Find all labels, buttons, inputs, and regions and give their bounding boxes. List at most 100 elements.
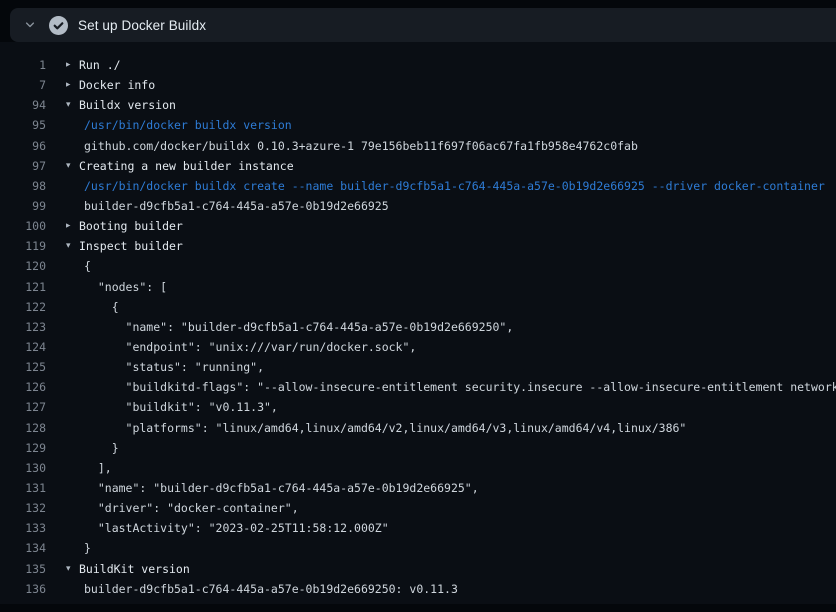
log-output-text: "nodes": [ xyxy=(66,277,167,297)
triangle-right-icon[interactable]: ▶ xyxy=(66,216,79,236)
line-number[interactable]: 123 xyxy=(0,317,46,337)
log-output-text: "buildkitd-flags": "--allow-insecure-ent… xyxy=(66,377,836,397)
line-number[interactable]: 127 xyxy=(0,397,46,417)
log-line-content: /usr/bin/docker buildx create --name bui… xyxy=(66,176,825,196)
log-row: 100 ▶Booting builder xyxy=(0,216,836,236)
log-row: 126 "buildkitd-flags": "--allow-insecure… xyxy=(0,377,836,397)
log-row: 131 "name": "builder-d9cfb5a1-c764-445a-… xyxy=(0,478,836,498)
log-line-content: } xyxy=(66,538,91,558)
log-row: 96 github.com/docker/buildx 0.10.3+azure-… xyxy=(0,136,836,156)
log-group-title: Buildx version xyxy=(79,95,176,115)
log-output-text: "endpoint": "unix:///var/run/docker.sock… xyxy=(66,337,416,357)
log-output-text: ], xyxy=(66,458,112,478)
log-row: 134} xyxy=(0,538,836,558)
log-row: 7 ▶Docker info xyxy=(0,75,836,95)
line-number[interactable]: 135 xyxy=(0,559,46,579)
line-number[interactable]: 133 xyxy=(0,518,46,538)
log-row: 128 "platforms": "linux/amd64,linux/amd6… xyxy=(0,418,836,438)
line-number[interactable]: 131 xyxy=(0,478,46,498)
line-number[interactable]: 96 xyxy=(0,136,46,156)
line-number[interactable]: 136 xyxy=(0,579,46,599)
log-output-text: builder-d9cfb5a1-c764-445a-a57e-0b19d2e6… xyxy=(66,579,458,599)
log-output-text: "status": "running", xyxy=(66,357,264,377)
log-row: 124 "endpoint": "unix:///var/run/docker.… xyxy=(0,337,836,357)
line-number[interactable]: 94 xyxy=(0,95,46,115)
log-row: 99 builder-d9cfb5a1-c764-445a-a57e-0b19d2… xyxy=(0,196,836,216)
log-group-title: Docker info xyxy=(79,75,155,95)
log-output-text: } xyxy=(66,438,119,458)
log-group-title: Run ./ xyxy=(79,55,121,75)
log-row: 97 ▼Creating a new builder instance xyxy=(0,156,836,176)
triangle-right-icon[interactable]: ▶ xyxy=(66,55,79,75)
log-output-text: { xyxy=(66,256,91,276)
triangle-right-icon[interactable]: ▶ xyxy=(66,75,79,95)
triangle-down-icon[interactable]: ▼ xyxy=(66,558,79,578)
log-line-content: "name": "builder-d9cfb5a1-c764-445a-a57e… xyxy=(66,478,479,498)
line-number[interactable]: 126 xyxy=(0,377,46,397)
line-number[interactable]: 1 xyxy=(0,55,46,75)
line-number[interactable]: 130 xyxy=(0,458,46,478)
log-line-content: "name": "builder-d9cfb5a1-c764-445a-a57e… xyxy=(66,317,513,337)
log-group-toggle[interactable]: ▼Creating a new builder instance xyxy=(66,156,294,176)
step-title: Set up Docker Buildx xyxy=(78,18,206,33)
line-number[interactable]: 134 xyxy=(0,538,46,558)
log-group-toggle[interactable]: ▶Booting builder xyxy=(66,216,183,236)
line-number[interactable]: 119 xyxy=(0,236,46,256)
log-group-toggle[interactable]: ▶Run ./ xyxy=(66,55,121,75)
triangle-down-icon[interactable]: ▼ xyxy=(66,155,79,175)
log-row: 129 } xyxy=(0,438,836,458)
log-line-content: "driver": "docker-container", xyxy=(66,498,299,518)
status-check-icon xyxy=(48,15,68,35)
line-number[interactable]: 128 xyxy=(0,418,46,438)
line-number[interactable]: 122 xyxy=(0,297,46,317)
triangle-down-icon[interactable]: ▼ xyxy=(66,95,79,115)
log-group-toggle[interactable]: ▼Buildx version xyxy=(66,95,176,115)
log-row: 135 ▼BuildKit version xyxy=(0,559,836,579)
log-row: 130 ], xyxy=(0,458,836,478)
log-line-content: ], xyxy=(66,458,112,478)
log-group-toggle[interactable]: ▼BuildKit version xyxy=(66,559,190,579)
log-output-text: "buildkit": "v0.11.3", xyxy=(66,397,278,417)
line-number[interactable]: 97 xyxy=(0,156,46,176)
log-line-content: "platforms": "linux/amd64,linux/amd64/v2… xyxy=(66,418,686,438)
line-number[interactable]: 120 xyxy=(0,256,46,276)
log-row: 94 ▼Buildx version xyxy=(0,95,836,115)
log-line-content: github.com/docker/buildx 0.10.3+azure-1 … xyxy=(66,136,638,156)
line-number[interactable]: 132 xyxy=(0,498,46,518)
log-row: 122 { xyxy=(0,297,836,317)
log-output-text: "platforms": "linux/amd64,linux/amd64/v2… xyxy=(66,418,686,438)
log-line-content: builder-d9cfb5a1-c764-445a-a57e-0b19d2e6… xyxy=(66,579,458,599)
line-number[interactable]: 7 xyxy=(0,75,46,95)
log-group-toggle[interactable]: ▼Inspect builder xyxy=(66,236,183,256)
line-number[interactable]: 98 xyxy=(0,176,46,196)
line-number[interactable]: 121 xyxy=(0,277,46,297)
triangle-down-icon[interactable]: ▼ xyxy=(66,236,79,256)
log-line-content: { xyxy=(66,297,119,317)
log-lines: 1▶Run ./7▶Docker info94▼Buildx version95… xyxy=(0,55,836,599)
log-row: 98/usr/bin/docker buildx create --name b… xyxy=(0,176,836,196)
log-row: 120 { xyxy=(0,256,836,276)
line-number[interactable]: 99 xyxy=(0,196,46,216)
line-number[interactable]: 129 xyxy=(0,438,46,458)
log-line-content: { xyxy=(66,256,91,276)
log-output-text: "name": "builder-d9cfb5a1-c764-445a-a57e… xyxy=(66,478,479,498)
log-line-content: builder-d9cfb5a1-c764-445a-a57e-0b19d2e6… xyxy=(66,196,389,216)
log-output-text: "lastActivity": "2023-02-25T11:58:12.000… xyxy=(66,518,389,538)
log-group-title: BuildKit version xyxy=(79,559,190,579)
log-row: 123 "name": "builder-d9cfb5a1-c764-445a-… xyxy=(0,317,836,337)
line-number[interactable]: 125 xyxy=(0,357,46,377)
log-group-toggle[interactable]: ▶Docker info xyxy=(66,75,155,95)
step-header[interactable]: Set up Docker Buildx xyxy=(10,8,836,42)
log-line-content: "lastActivity": "2023-02-25T11:58:12.000… xyxy=(66,518,389,538)
log-row: 132 "driver": "docker-container", xyxy=(0,498,836,518)
log-line-content: "buildkitd-flags": "--allow-insecure-ent… xyxy=(66,377,836,397)
line-number[interactable]: 100 xyxy=(0,216,46,236)
line-number[interactable]: 124 xyxy=(0,337,46,357)
line-number[interactable]: 95 xyxy=(0,115,46,135)
log-command-text: /usr/bin/docker buildx version xyxy=(66,115,292,135)
log-row: 95/usr/bin/docker buildx version xyxy=(0,115,836,135)
log-line-content: "buildkit": "v0.11.3", xyxy=(66,397,278,417)
log-row: 121 "nodes": [ xyxy=(0,277,836,297)
chevron-down-icon[interactable] xyxy=(18,13,42,37)
log-command-text: /usr/bin/docker buildx create --name bui… xyxy=(66,176,825,196)
